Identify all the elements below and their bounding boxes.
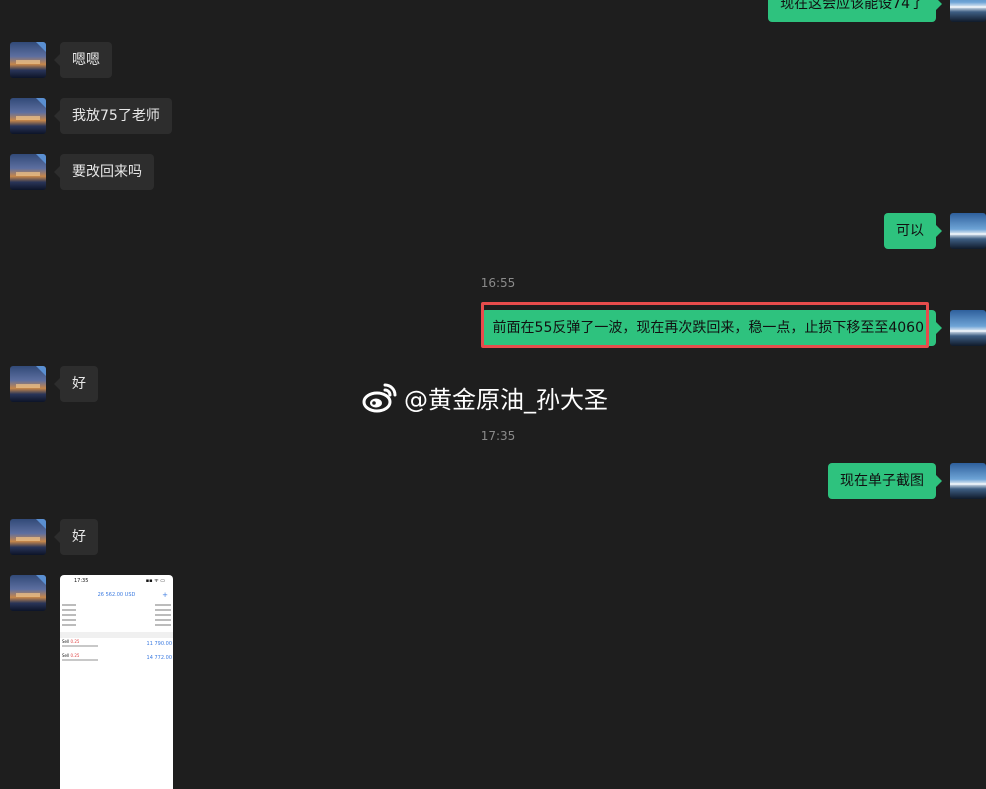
my-avatar[interactable] [950,310,986,346]
message-bubble-outgoing[interactable]: 现在这会应该能设74了 [768,0,942,22]
contact-avatar[interactable] [10,519,46,555]
message-bubble-outgoing[interactable]: 现在单子截图 [828,463,942,499]
watermark-text: @黄金原油_孙大圣 [404,385,608,414]
account-row [62,624,171,627]
plus-icon: + [162,591,168,599]
highlight-box [481,302,929,348]
my-avatar[interactable] [950,463,986,499]
my-avatar[interactable] [950,213,986,249]
account-row [62,604,171,607]
position-profit: 11 790.00 [146,641,172,647]
my-avatar[interactable] [950,0,986,22]
message-timestamp: 17:35 [480,429,516,443]
account-row [62,619,171,622]
message-bubble-incoming[interactable]: 我放75了老师 [54,98,172,134]
position-profit: 14 772.00 [146,655,172,661]
status-bar-icons: ▪▪ ᯤ ▭ [145,578,165,584]
account-row [62,614,171,617]
contact-avatar[interactable] [10,154,46,190]
position-detail [62,645,98,647]
weibo-icon [362,383,397,413]
watermark: @黄金原油_孙大圣 [362,377,608,417]
positions-header [60,632,173,638]
contact-avatar[interactable] [10,366,46,402]
screenshot-time: 17:35 [74,578,89,584]
account-row [62,609,171,612]
message-bubble-incoming[interactable]: 要改回来吗 [54,154,154,190]
contact-avatar[interactable] [10,42,46,78]
message-timestamp: 16:55 [480,276,516,290]
position-label: Sell 0.25 [62,639,80,644]
contact-avatar[interactable] [10,575,46,611]
position-label: Sell 0.25 [62,653,80,658]
account-balance: 26 562.00 USD [97,592,136,598]
contact-avatar[interactable] [10,98,46,134]
message-bubble-incoming[interactable]: 好 [54,366,98,402]
message-bubble-incoming[interactable]: 好 [54,519,98,555]
image-message-trading-screenshot[interactable]: 17:35 ▪▪ ᯤ ▭ 26 562.00 USD + Sell 0.25 1… [60,575,173,789]
message-bubble-incoming[interactable]: 嗯嗯 [54,42,112,78]
position-detail [62,659,98,661]
message-bubble-outgoing[interactable]: 可以 [884,213,942,249]
